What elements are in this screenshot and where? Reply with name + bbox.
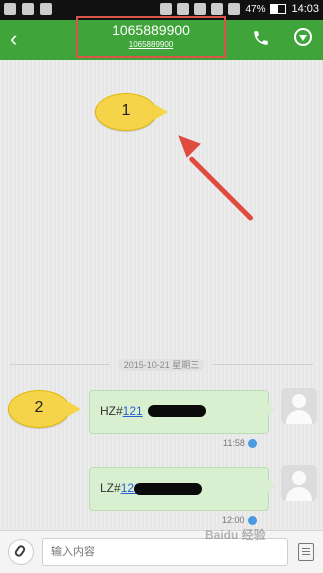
message-timestamp: 11:58 [223, 438, 257, 449]
signal-icon [211, 3, 224, 15]
message-bubble[interactable]: LZ#121 [89, 467, 275, 511]
system-icons: 47% 14:03 [160, 3, 319, 15]
contact-number-title: 1065889900 [112, 22, 190, 38]
message-bubble[interactable]: HZ#121 [89, 390, 275, 434]
timestamp-text: 11:58 [223, 438, 245, 448]
battery-icon [270, 4, 287, 14]
avatar[interactable] [281, 388, 317, 424]
callout-tail [154, 104, 168, 120]
wifi-icon [194, 3, 207, 15]
avatar-body [286, 487, 312, 501]
notification-icons [4, 3, 52, 15]
avatar-head [292, 394, 306, 408]
conversation-header: ‹ 1065889900 1065889900 [0, 16, 323, 60]
annotation-arrow-head [171, 128, 201, 158]
annotation-arrow [188, 155, 254, 222]
avatar-body [286, 410, 312, 424]
clock: 14:03 [291, 3, 319, 15]
callout-number: 2 [34, 399, 44, 416]
message-text: HZ#121 [100, 404, 143, 418]
watermark-logo: Baidu 经验 [205, 528, 266, 542]
template-icon[interactable] [298, 543, 314, 561]
callout-number: 1 [121, 102, 131, 119]
back-icon[interactable]: ‹ [10, 26, 17, 52]
signal-icon [228, 3, 241, 15]
read-status-icon [247, 516, 257, 526]
message-list[interactable]: 1 2015-10-21 星期三 2 HZ#121 11:58 LZ#121 1… [0, 60, 323, 530]
composer-bar [0, 530, 323, 573]
battery-percent: 47% [245, 3, 266, 15]
wechat-icon [22, 3, 34, 15]
nfc-icon [177, 3, 190, 15]
read-status-icon [247, 439, 257, 449]
message-prefix: HZ# [100, 404, 123, 418]
message-link[interactable]: 121 [123, 404, 143, 418]
message-timestamp: 12:00 [222, 515, 257, 526]
callout-tail [67, 401, 81, 417]
date-label: 2015-10-21 星期三 [117, 359, 206, 371]
alarm-icon [160, 3, 173, 15]
redaction-mark [134, 483, 202, 495]
chevron-down-icon[interactable] [294, 28, 312, 46]
contact-title-highlight[interactable]: 1065889900 1065889900 [76, 16, 226, 58]
screenshot-icon [40, 3, 52, 15]
wechat-icon [4, 3, 16, 15]
timestamp-text: 12:00 [222, 515, 245, 525]
message-prefix: LZ# [100, 481, 121, 495]
avatar[interactable] [281, 465, 317, 501]
attachment-icon[interactable] [8, 539, 34, 565]
annotation-callout-2: 2 [8, 390, 81, 428]
phone-icon[interactable] [252, 29, 270, 47]
annotation-callout-1: 1 [95, 93, 168, 131]
avatar-head [292, 471, 306, 485]
contact-number-subtitle[interactable]: 1065889900 [78, 40, 224, 49]
date-separator: 2015-10-21 星期三 [0, 358, 323, 371]
redaction-mark [148, 405, 206, 417]
